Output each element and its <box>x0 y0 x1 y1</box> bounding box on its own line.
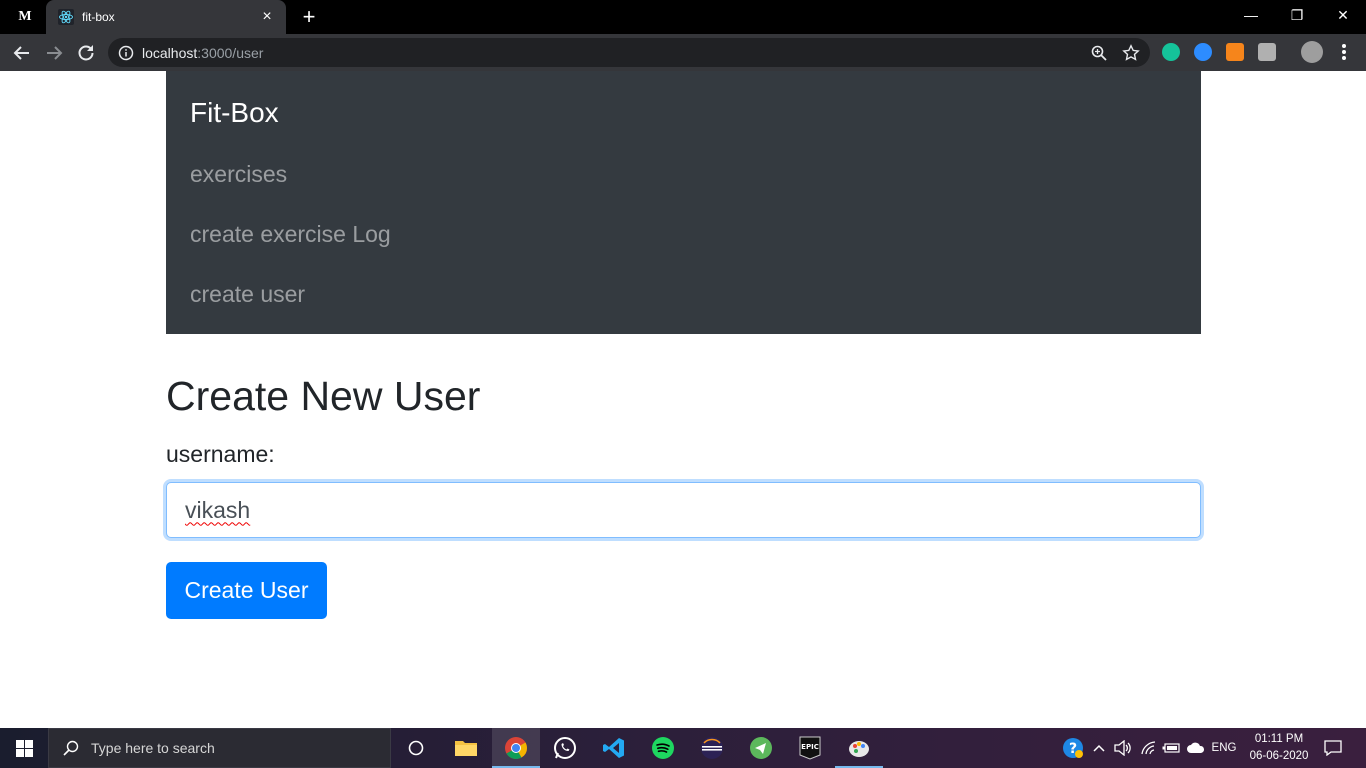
create-user-button[interactable]: Create User <box>166 562 327 619</box>
username-value: vikash <box>185 496 251 523</box>
folder-icon <box>455 741 477 756</box>
start-button[interactable] <box>0 728 48 768</box>
help-icon: ? <box>1063 738 1083 758</box>
clock-time: 01:11 PM <box>1254 733 1304 745</box>
taskbar-search-box[interactable]: Type here to search <box>48 728 391 768</box>
search-placeholder: Type here to search <box>91 740 215 756</box>
file-explorer-button[interactable] <box>442 728 490 768</box>
volume-tray-icon[interactable] <box>1112 728 1134 768</box>
speaker-icon <box>1114 740 1131 756</box>
profile-avatar[interactable] <box>1301 41 1323 63</box>
app-navbar: Fit-Box exercises create exercise Log cr… <box>166 71 1201 334</box>
vscode-icon <box>603 738 624 758</box>
browser-tab-strip: M fit-box × + — ❐ ✕ <box>0 0 1366 34</box>
chrome-taskbar-button[interactable] <box>492 728 540 768</box>
nav-link-exercises[interactable]: exercises <box>190 161 287 188</box>
url-path: :3000/user <box>197 44 264 61</box>
back-button[interactable] <box>8 39 36 67</box>
navbar-brand[interactable]: Fit-Box <box>190 97 279 129</box>
chrome-icon <box>505 737 527 759</box>
chevron-up-icon <box>1093 744 1105 752</box>
minimize-button[interactable]: — <box>1228 0 1274 30</box>
forward-button[interactable] <box>40 39 68 67</box>
cloud-icon <box>1187 742 1205 753</box>
restore-button[interactable]: ❐ <box>1274 0 1320 30</box>
notification-icon <box>1324 740 1342 756</box>
cortana-icon <box>408 740 424 756</box>
close-window-button[interactable]: ✕ <box>1320 0 1366 30</box>
clock-date: 06-06-2020 <box>1249 750 1309 762</box>
zoom-icon[interactable] <box>1090 44 1108 62</box>
tab-close-icon[interactable]: × <box>258 8 276 26</box>
grammarly-extension-icon[interactable] <box>1162 43 1180 61</box>
pinned-tab-medium[interactable]: M <box>10 6 40 28</box>
svg-text:EPIC: EPIC <box>801 743 819 751</box>
react-icon <box>58 9 74 25</box>
info-icon <box>118 45 134 60</box>
language-indicator[interactable]: ENG <box>1208 728 1240 768</box>
telegram-button[interactable] <box>737 728 785 768</box>
reload-button[interactable] <box>72 39 100 67</box>
windows-logo-icon <box>15 739 33 757</box>
whatsapp-button[interactable] <box>541 728 589 768</box>
extension-gray-icon[interactable] <box>1258 43 1276 61</box>
chrome-menu-icon[interactable] <box>1337 42 1351 62</box>
epic-games-button[interactable]: EPIC <box>786 728 834 768</box>
vscode-button[interactable] <box>590 728 638 768</box>
windows-taskbar: Type here to search EPIC ? ENG 01:11 PM … <box>0 728 1366 768</box>
epic-games-icon: EPIC <box>799 736 821 760</box>
wifi-tray-icon[interactable] <box>1138 728 1160 768</box>
username-input[interactable]: vikash <box>166 482 1201 538</box>
eclipse-button[interactable] <box>688 728 736 768</box>
nav-link-create-user[interactable]: create user <box>190 281 305 308</box>
search-icon <box>63 740 79 756</box>
battery-icon <box>1162 743 1180 753</box>
page-content: Fit-Box exercises create exercise Log cr… <box>0 71 1366 728</box>
username-label: username: <box>166 441 275 467</box>
nav-link-create-exercise-log[interactable]: create exercise Log <box>190 221 391 248</box>
tab-title: fit-box <box>82 10 115 24</box>
metamask-extension-icon[interactable] <box>1226 43 1244 61</box>
spotify-button[interactable] <box>639 728 687 768</box>
arrow-right-icon <box>47 46 63 60</box>
reload-icon <box>78 45 94 61</box>
url-host: localhost <box>142 44 198 61</box>
extension-blue-icon[interactable] <box>1194 43 1212 61</box>
browser-toolbar: localhost:3000/user <box>0 34 1366 71</box>
bookmark-star-icon[interactable] <box>1122 44 1140 62</box>
eclipse-icon <box>701 737 723 759</box>
arrow-left-icon <box>13 46 29 60</box>
whatsapp-icon <box>554 737 576 759</box>
address-bar[interactable]: localhost:3000/user <box>108 38 1150 67</box>
paint-button[interactable] <box>835 728 883 768</box>
page-title: Create New User <box>166 373 481 419</box>
new-tab-button[interactable]: + <box>296 4 322 30</box>
wifi-icon <box>1141 741 1156 755</box>
paint-palette-icon <box>849 741 869 757</box>
cortana-button[interactable] <box>392 728 440 768</box>
show-hidden-icons-button[interactable] <box>1090 728 1108 768</box>
tab-fit-box[interactable]: fit-box × <box>46 0 286 34</box>
help-tray-icon[interactable]: ? <box>1060 728 1086 768</box>
telegram-icon <box>750 737 772 759</box>
action-center-button[interactable] <box>1320 728 1346 768</box>
battery-tray-icon[interactable] <box>1160 728 1182 768</box>
taskbar-clock[interactable]: 01:11 PM 06-06-2020 <box>1242 731 1316 765</box>
onedrive-tray-icon[interactable] <box>1184 728 1208 768</box>
spotify-icon <box>652 737 674 759</box>
